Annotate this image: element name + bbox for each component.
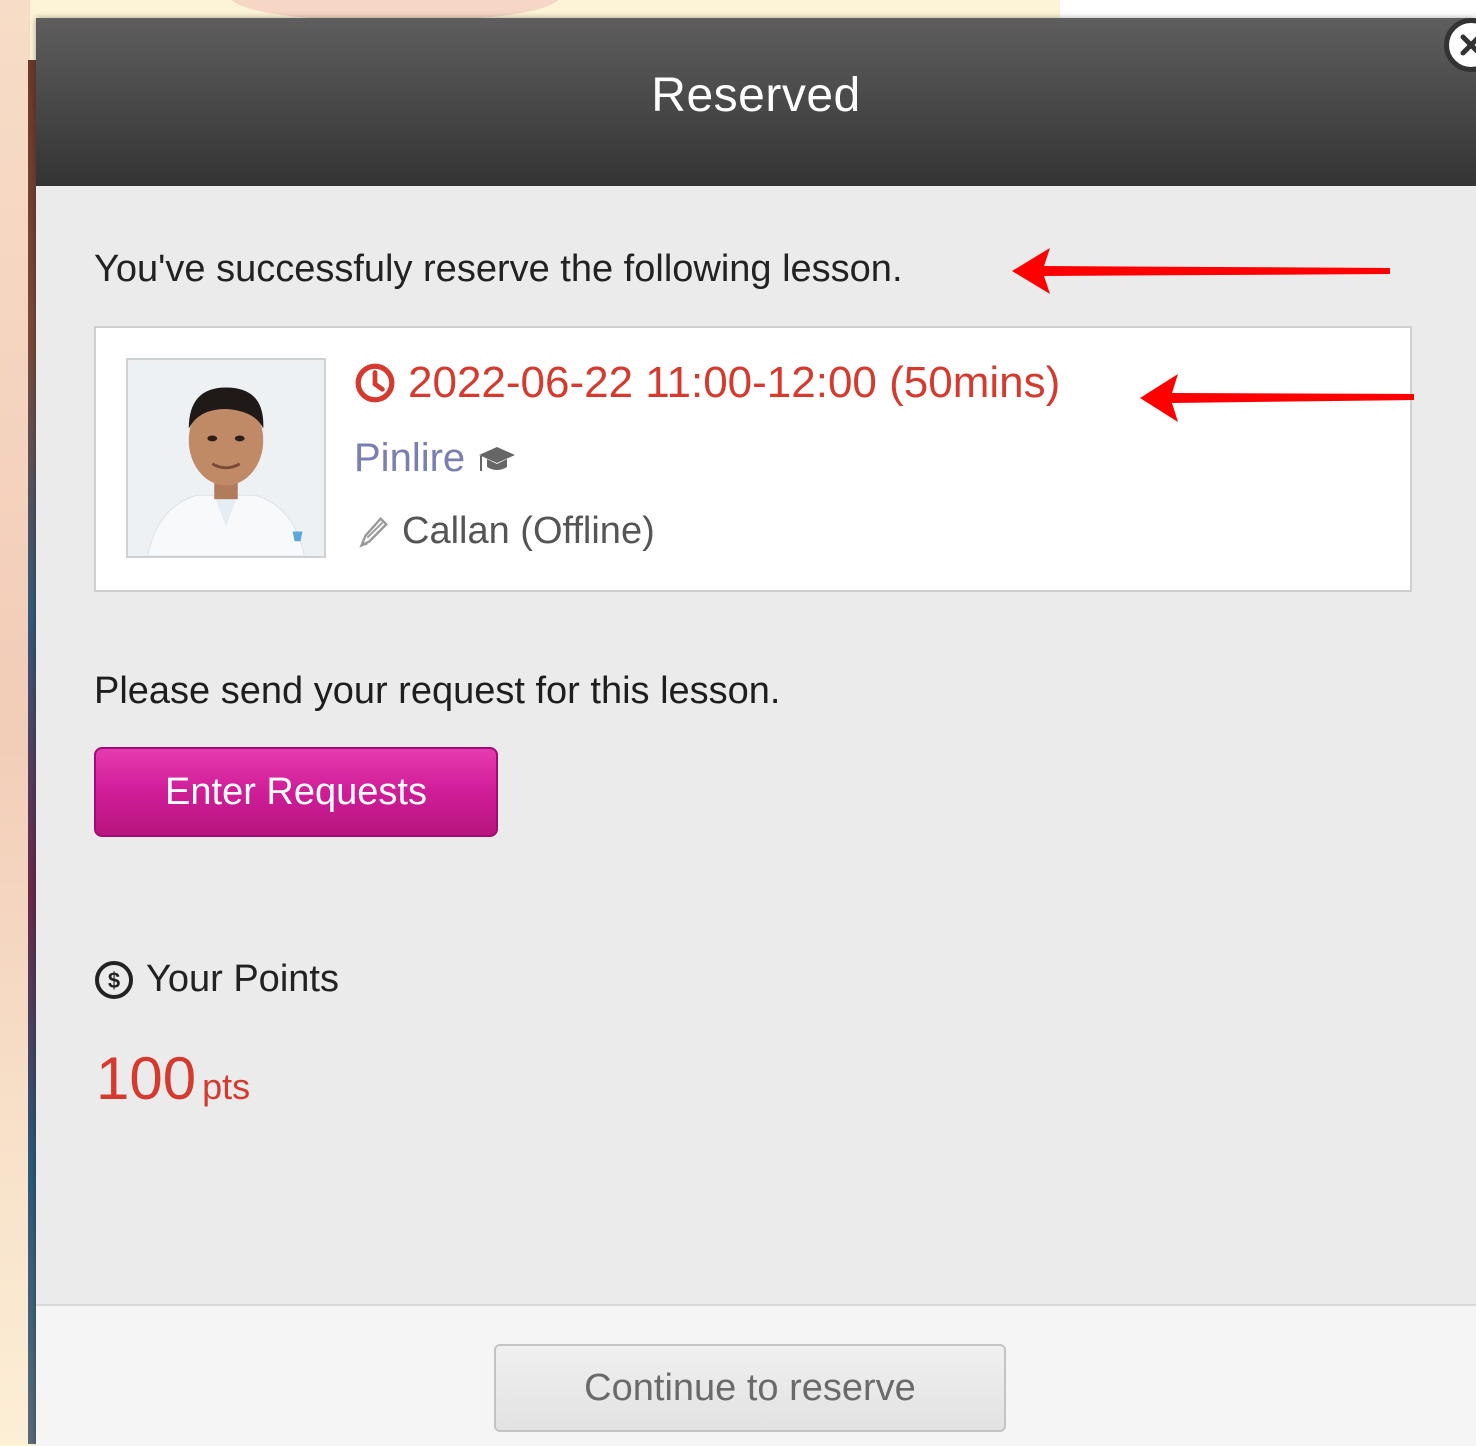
modal-header: Reserved xyxy=(36,18,1476,186)
modal-footer: Continue to reserve xyxy=(36,1304,1476,1446)
points-number: 100 xyxy=(96,1045,197,1112)
lesson-datetime-text: 2022-06-22 11:00-12:00 (50mins) xyxy=(408,358,1061,407)
teacher-name[interactable]: Pinlire xyxy=(354,436,465,481)
red-arrow-annotation xyxy=(1012,248,1390,294)
pencil-icon xyxy=(359,516,388,548)
background-decoration xyxy=(230,0,560,20)
graduation-cap-icon xyxy=(479,446,516,471)
course-name: Callan (Offline) xyxy=(402,510,655,552)
points-label: $ Your Points xyxy=(94,958,339,1001)
clock-icon xyxy=(355,363,395,403)
svg-text:$: $ xyxy=(108,968,120,993)
background-page-edge xyxy=(0,0,30,1444)
continue-to-reserve-button[interactable]: Continue to reserve xyxy=(494,1344,1006,1432)
modal-title: Reserved xyxy=(651,68,861,122)
teacher-photo[interactable] xyxy=(126,358,326,558)
enter-requests-button[interactable]: Enter Requests xyxy=(94,747,498,837)
lesson-datetime: 2022-06-22 11:00-12:00 (50mins) xyxy=(354,358,1060,408)
close-icon xyxy=(1460,34,1476,56)
lesson-card: 2022-06-22 11:00-12:00 (50mins) Pinlire … xyxy=(94,326,1412,592)
reserved-modal: Reserved You've successfuly reserve the … xyxy=(36,18,1476,1446)
request-prompt: Please send your request for this lesson… xyxy=(94,670,781,712)
points-value: 100 pts xyxy=(96,1044,250,1113)
success-message: You've successfuly reserve the following… xyxy=(94,248,903,290)
points-unit: pts xyxy=(202,1066,251,1107)
red-arrow-annotation xyxy=(1140,374,1414,422)
course-info: Callan (Offline) xyxy=(354,510,655,553)
background-white-strip xyxy=(1060,0,1476,18)
coin-icon: $ xyxy=(95,960,133,999)
points-label-text: Your Points xyxy=(146,958,339,1000)
teacher-link[interactable]: Pinlire xyxy=(354,436,516,481)
